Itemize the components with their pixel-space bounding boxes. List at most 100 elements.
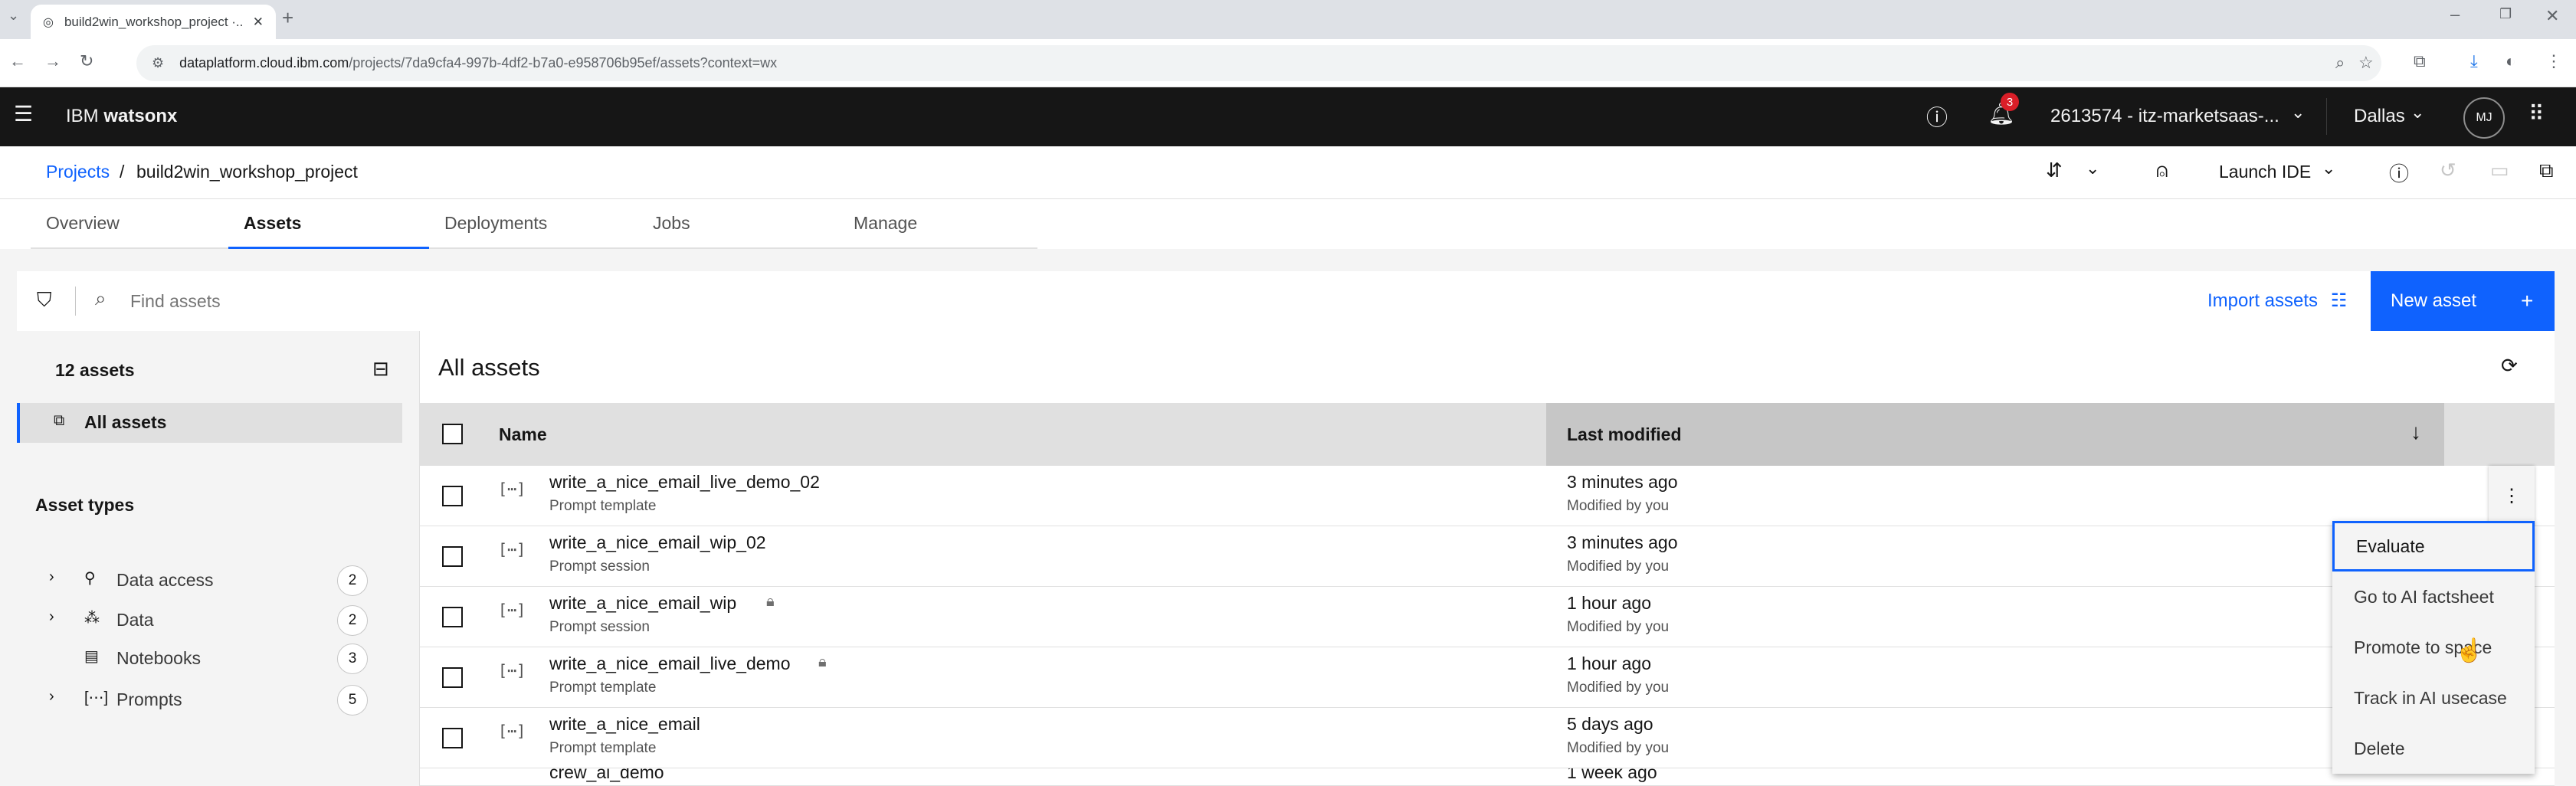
asset-name-link[interactable]: crew_ai_demo — [549, 768, 664, 783]
column-header-name[interactable]: Name — [499, 424, 547, 445]
region-chevron-down-icon[interactable]: ⌄ — [2410, 103, 2424, 123]
table-row[interactable]: [⋯] write_a_nice_email_live_demo 🔒︎ Prom… — [420, 647, 2555, 708]
table-row[interactable]: [⋯] write_a_nice_email_wip 🔒︎ Prompt ses… — [420, 587, 2555, 647]
hamburger-menu-icon[interactable]: ☰ — [14, 101, 33, 126]
expand-chevron-icon[interactable]: › — [49, 688, 54, 706]
asset-name-link[interactable]: write_a_nice_email_live_demo_02 — [549, 472, 820, 493]
profile-icon[interactable]: ◐ — [2506, 51, 2515, 71]
prompt-session-icon: [⋯] — [498, 601, 526, 619]
extensions-icon[interactable]: ⧉ — [2414, 51, 2426, 71]
tab-jobs[interactable]: Jobs — [637, 199, 838, 249]
new-asset-button[interactable]: New asset + — [2371, 271, 2555, 331]
comments-icon[interactable]: ▭ — [2490, 159, 2509, 182]
tab-jobs-label: Jobs — [653, 213, 690, 233]
account-switcher[interactable]: 2613574 - itz-marketsaas-... — [2050, 106, 2279, 127]
chrome-menu-icon[interactable]: ⋮ — [2545, 51, 2562, 71]
browser-tab[interactable]: ◎ build2win_workshop_project ·... ✕ — [31, 5, 276, 39]
brand-name: watsonx — [103, 106, 178, 126]
menu-item-ai-factsheet[interactable]: Go to AI factsheet — [2332, 571, 2535, 622]
close-tab-icon[interactable]: ✕ — [253, 15, 264, 30]
sidebar-item-label: Prompts — [116, 689, 182, 709]
tab-overview[interactable]: Overview — [31, 199, 228, 249]
manage-icon[interactable]: ⧉ — [2539, 159, 2554, 183]
breadcrumb-projects-link[interactable]: Projects — [46, 162, 110, 182]
forward-icon[interactable]: → — [44, 51, 61, 71]
download-icon[interactable]: ⤓ — [2470, 51, 2478, 71]
sidebar-item-data-access[interactable]: › ⚲ Data access 2 — [17, 561, 400, 599]
menu-item-promote-to-space[interactable]: Promote to space — [2332, 622, 2535, 673]
menu-item-delete[interactable]: Delete — [2332, 723, 2535, 774]
asset-name-link[interactable]: write_a_nice_email_wip_02 — [549, 532, 766, 553]
prompt-template-icon: [⋯] — [498, 722, 526, 740]
asset-type: Prompt session — [549, 558, 650, 575]
page-title: All assets — [438, 354, 540, 381]
tab-deployments[interactable]: Deployments — [429, 199, 637, 249]
app-switcher-icon[interactable]: ⠿ — [2528, 101, 2545, 126]
asset-name-link[interactable]: write_a_nice_email_live_demo — [549, 653, 791, 674]
sidebar-item-label: Data access — [116, 570, 214, 590]
modified-by: Modified by you — [1567, 558, 1670, 575]
column-header-last-modified[interactable]: Last modified — [1567, 424, 1682, 445]
prompt-template-icon: [⋯] — [498, 480, 526, 498]
notification-badge: 3 — [2001, 93, 2019, 111]
url-field[interactable]: ⚙ dataplatform.cloud.ibm.com/projects/7d… — [136, 45, 2381, 81]
search-input[interactable] — [129, 285, 1048, 317]
new-tab-icon[interactable]: + — [282, 6, 293, 30]
row-checkbox[interactable] — [442, 486, 463, 506]
sidebar-item-data[interactable]: › ⁂ Data 2 — [17, 601, 400, 639]
history-icon[interactable]: ↺ — [2440, 159, 2456, 182]
account-chevron-down-icon[interactable]: ⌄ — [2291, 103, 2305, 123]
menu-item-evaluate[interactable]: Evaluate — [2332, 521, 2535, 571]
bookmark-star-icon[interactable]: ☆ — [2358, 53, 2374, 73]
prompt-icon: [⋯] — [84, 689, 109, 706]
minimize-icon[interactable]: – — [2450, 5, 2460, 25]
row-checkbox[interactable] — [442, 607, 463, 627]
sidebar-item-all-assets[interactable]: ⧉ All assets — [17, 403, 402, 443]
expand-chevron-icon[interactable]: › — [49, 568, 54, 586]
zoom-icon[interactable]: ⌕ — [2335, 53, 2345, 73]
overflow-menu-icon[interactable]: ⋮ — [2489, 466, 2535, 526]
tab-manage[interactable]: Manage — [838, 199, 1037, 249]
asset-name-link[interactable]: write_a_nice_email — [549, 714, 700, 735]
menu-item-track-ai-usecase[interactable]: Track in AI usecase — [2332, 673, 2535, 723]
reload-icon[interactable]: ↻ — [80, 51, 93, 71]
launch-ide-chevron-icon[interactable]: ⌄ — [2322, 159, 2335, 178]
refresh-icon[interactable]: ⟳ — [2501, 354, 2518, 378]
back-icon[interactable]: ← — [9, 51, 26, 71]
restore-icon[interactable]: ❐ — [2499, 6, 2512, 22]
row-checkbox[interactable] — [442, 546, 463, 567]
upload-download-icon[interactable]: ⇵ — [2046, 159, 2063, 182]
add-collaborator-icon[interactable]: ⍝ — [2156, 159, 2168, 183]
sort-descending-icon[interactable]: ↓ — [2410, 420, 2421, 444]
help-icon[interactable]: ⓘ — [1926, 101, 1948, 132]
expand-chevron-icon[interactable]: › — [49, 608, 54, 626]
data-access-icon: ⚲ — [84, 570, 96, 587]
tab-list-icon[interactable]: ⌄ — [8, 8, 19, 24]
avatar[interactable]: MJ — [2463, 97, 2505, 139]
collapse-panel-icon[interactable]: ⊟ — [372, 357, 389, 381]
window-close-icon[interactable]: ✕ — [2545, 6, 2559, 26]
region-selector[interactable]: Dallas — [2354, 106, 2405, 127]
site-info-icon[interactable]: ⚙ — [152, 55, 164, 71]
row-checkbox[interactable] — [442, 728, 463, 748]
sidebar-item-label: Notebooks — [116, 648, 201, 668]
import-assets-button[interactable]: Import assets ☷ — [2207, 290, 2347, 312]
table-row[interactable]: [⋯] write_a_nice_email_wip_02 Prompt ses… — [420, 526, 2555, 587]
prompt-template-icon: [⋯] — [498, 661, 526, 680]
info-icon[interactable]: ⓘ — [2389, 159, 2409, 187]
table-row[interactable]: [⋯] write_a_nice_email Prompt template 5… — [420, 708, 2555, 768]
notebook-icon: ▤ — [84, 648, 99, 665]
brand-logo[interactable]: IBM watsonx — [66, 106, 177, 127]
sync-chevron-down-icon[interactable]: ⌄ — [2086, 159, 2099, 178]
count-badge: 5 — [337, 685, 368, 716]
sidebar-item-notebooks[interactable]: ▤ Notebooks 3 — [17, 639, 400, 677]
sidebar-item-prompts[interactable]: › [⋯] Prompts 5 — [17, 680, 400, 719]
table-row[interactable]: [⋯] write_a_nice_email_live_demo_02 Prom… — [420, 466, 2555, 526]
asset-name-link[interactable]: write_a_nice_email_wip — [549, 593, 736, 614]
row-checkbox[interactable] — [442, 667, 463, 688]
launch-ide-button[interactable]: Launch IDE — [2219, 162, 2311, 182]
filter-icon[interactable]: ⛉ — [37, 288, 52, 313]
select-all-checkbox[interactable] — [442, 424, 463, 444]
tab-assets[interactable]: Assets — [228, 199, 429, 249]
table-row[interactable]: crew_ai_demo 1 week ago — [420, 768, 2555, 786]
